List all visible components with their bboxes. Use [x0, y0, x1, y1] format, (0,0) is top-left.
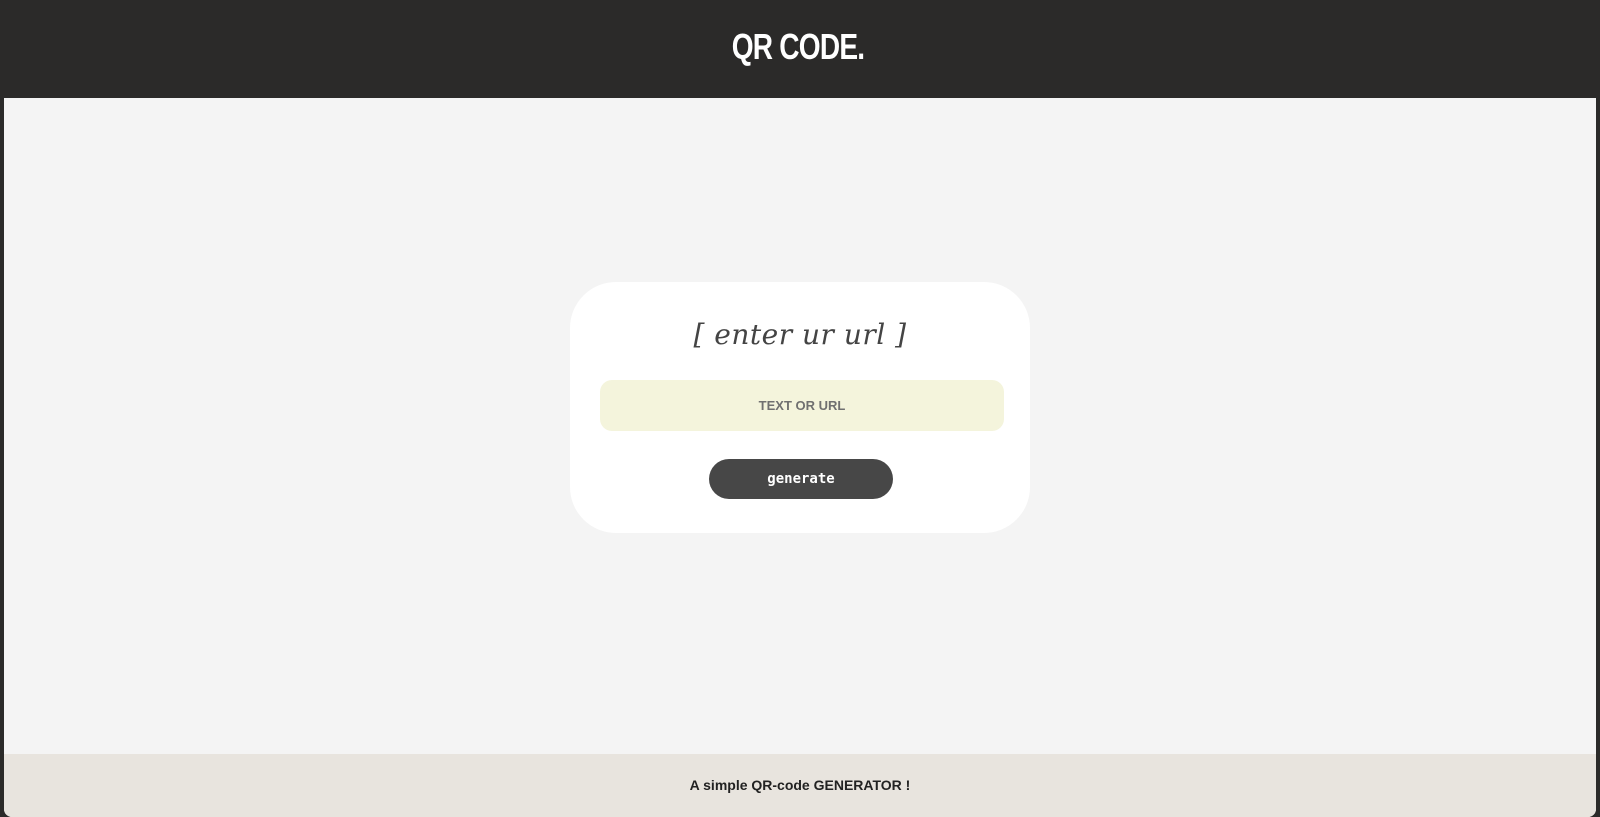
card-heading: [ enter ur url ]: [693, 318, 907, 351]
page-footer: A simple QR-code GENERATOR !: [4, 754, 1596, 817]
footer-text: A simple QR-code GENERATOR !: [689, 777, 911, 793]
page-title: QR CODE.: [731, 26, 865, 67]
main-content: [ enter ur url ] generate: [4, 98, 1596, 754]
top-header: QR CODE.: [4, 0, 1596, 98]
generate-button[interactable]: generate: [709, 459, 893, 499]
app-window: QR CODE. [ enter ur url ] generate A sim…: [4, 0, 1596, 817]
qr-form-card: [ enter ur url ] generate: [570, 282, 1030, 533]
url-input[interactable]: [600, 380, 1004, 431]
